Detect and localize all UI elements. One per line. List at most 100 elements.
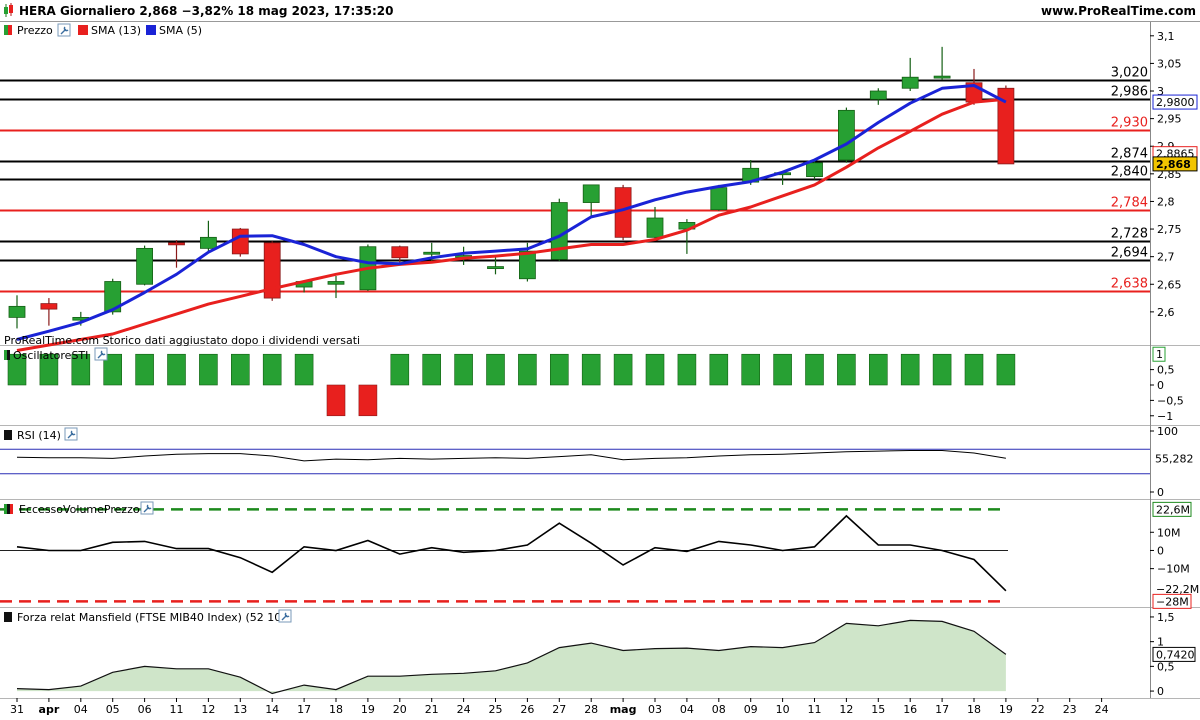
candle-body — [8, 305, 26, 318]
volume-excess-line — [16, 514, 1007, 592]
oscillator-bar — [645, 353, 665, 386]
y-tick-label: 2,7 — [1157, 251, 1175, 264]
date-label: 18 — [329, 703, 343, 716]
rsi-badge-label: 55,282 — [1155, 452, 1194, 465]
chart-canvas[interactable]: HERA Giornaliero 2,868 −3,82% 18 mag 202… — [0, 0, 1200, 720]
wrench-icon[interactable] — [94, 347, 108, 361]
candle-body — [136, 247, 154, 285]
date-label: 11 — [170, 703, 184, 716]
date-label: 06 — [138, 703, 152, 716]
candle-body — [869, 90, 887, 100]
date-label: 11 — [808, 703, 822, 716]
sma13-swatch — [78, 25, 88, 35]
candle — [168, 240, 185, 268]
y-tick-label: 0 — [1157, 379, 1164, 392]
mansfield-area — [17, 620, 1006, 694]
candle-body — [646, 217, 664, 238]
price-candles — [8, 46, 1015, 329]
sma5-swatch — [146, 25, 156, 35]
legend-rsi: RSI (14) — [17, 429, 61, 442]
date-label: 23 — [1063, 703, 1077, 716]
date-label: 14 — [265, 703, 279, 716]
candle-body — [838, 109, 855, 161]
mansfield-badge-label: 0,7420 — [1156, 648, 1195, 661]
date-label: apr — [39, 703, 60, 716]
price-badge: 2,868 — [1152, 156, 1198, 172]
date-label: 17 — [297, 703, 311, 716]
price-y-axis: 2,62,652,72,752,82,852,92,9533,053,1 — [1150, 30, 1182, 319]
date-axis: 31 apr 04 05 06 11 12 13 14 17 18 19 20 21 24 25 26 27 28 m… — [10, 698, 1109, 716]
oscillator-bar — [422, 353, 442, 386]
sma5-line — [16, 84, 1007, 341]
date-label: mag — [610, 703, 637, 716]
price-legend: Prezzo SMA (13) SMA (5) — [4, 23, 202, 37]
date-label: 19 — [361, 703, 375, 716]
price-level-label: 2,986 — [1111, 85, 1148, 100]
oscillator-bar — [231, 353, 250, 386]
date-label: 16 — [903, 703, 917, 716]
oscillator-bar — [326, 384, 346, 417]
volume-badge-label: 22,6M — [1156, 503, 1190, 516]
site-url[interactable]: www.ProRealTime.com — [1041, 4, 1196, 18]
oscillator-bar — [868, 353, 888, 386]
candle — [231, 227, 249, 257]
y-tick-label: −1 — [1157, 410, 1173, 423]
y-tick-label: 0 — [1157, 544, 1164, 557]
candle-body — [231, 228, 249, 255]
wrench-icon[interactable] — [278, 609, 292, 623]
oscillator-bar — [358, 384, 378, 417]
date-label: 18 — [967, 703, 981, 716]
oscillator-bar — [518, 353, 537, 386]
candle-body — [327, 281, 345, 285]
candle — [487, 256, 504, 275]
y-tick-label: 2,8 — [1157, 195, 1175, 208]
y-tick-label: 10M — [1157, 526, 1181, 539]
volume-legend: EccessoVolumePrezzo — [4, 501, 154, 516]
date-label: 08 — [712, 703, 726, 716]
y-tick-label: 1,5 — [1157, 611, 1175, 624]
legend-sma5: SMA (5) — [159, 24, 202, 37]
wrench-icon[interactable] — [57, 23, 71, 37]
date-label: 27 — [552, 703, 566, 716]
candle — [582, 184, 600, 219]
oscillator-legend: OscillatoreSTI — [4, 347, 108, 362]
legend-volume: EccessoVolumePrezzo — [19, 503, 140, 516]
oscillator-bar — [199, 353, 218, 386]
y-tick-label: 3,1 — [1157, 30, 1175, 43]
candle — [997, 85, 1015, 165]
date-label: 04 — [74, 703, 88, 716]
oscillator-bar — [135, 353, 154, 386]
price-level-label: 2,840 — [1111, 165, 1148, 180]
date-label: 28 — [584, 703, 598, 716]
oscillator-bar — [581, 353, 601, 386]
price-level-label: 2,728 — [1111, 227, 1148, 242]
badge-label: 2,868 — [1156, 158, 1191, 171]
y-tick-label: 0,5 — [1157, 660, 1175, 673]
wrench-icon[interactable] — [64, 427, 78, 441]
wrench-icon[interactable] — [140, 501, 154, 515]
y-tick-label: 2,75 — [1157, 223, 1182, 236]
rsi-legend: RSI (14) — [4, 427, 78, 442]
candle-body — [933, 75, 951, 79]
candle — [327, 275, 345, 299]
oscillator-bar — [900, 353, 920, 386]
date-label: 12 — [839, 703, 853, 716]
oscillator-bar — [454, 353, 473, 386]
candle-body — [391, 246, 409, 259]
candle-body — [582, 184, 600, 203]
date-label: 15 — [871, 703, 885, 716]
candle-body — [710, 187, 728, 211]
oscillator-bar — [677, 353, 697, 386]
candle — [263, 241, 281, 301]
date-label: 09 — [744, 703, 758, 716]
prorealtime-chart-window: HERA Giornaliero 2,868 −3,82% 18 mag 202… — [0, 0, 1200, 720]
price-level-label: 2,638 — [1111, 277, 1148, 292]
price-level-label: 2,930 — [1111, 116, 1148, 131]
y-tick-label: 2,6 — [1157, 306, 1175, 319]
legend-sma13: SMA (13) — [91, 24, 141, 37]
y-tick-label: −0,5 — [1157, 394, 1184, 407]
candle — [136, 245, 154, 286]
candle — [8, 295, 26, 329]
oscillator-bar — [294, 353, 314, 386]
oscillator-bar — [964, 353, 984, 386]
